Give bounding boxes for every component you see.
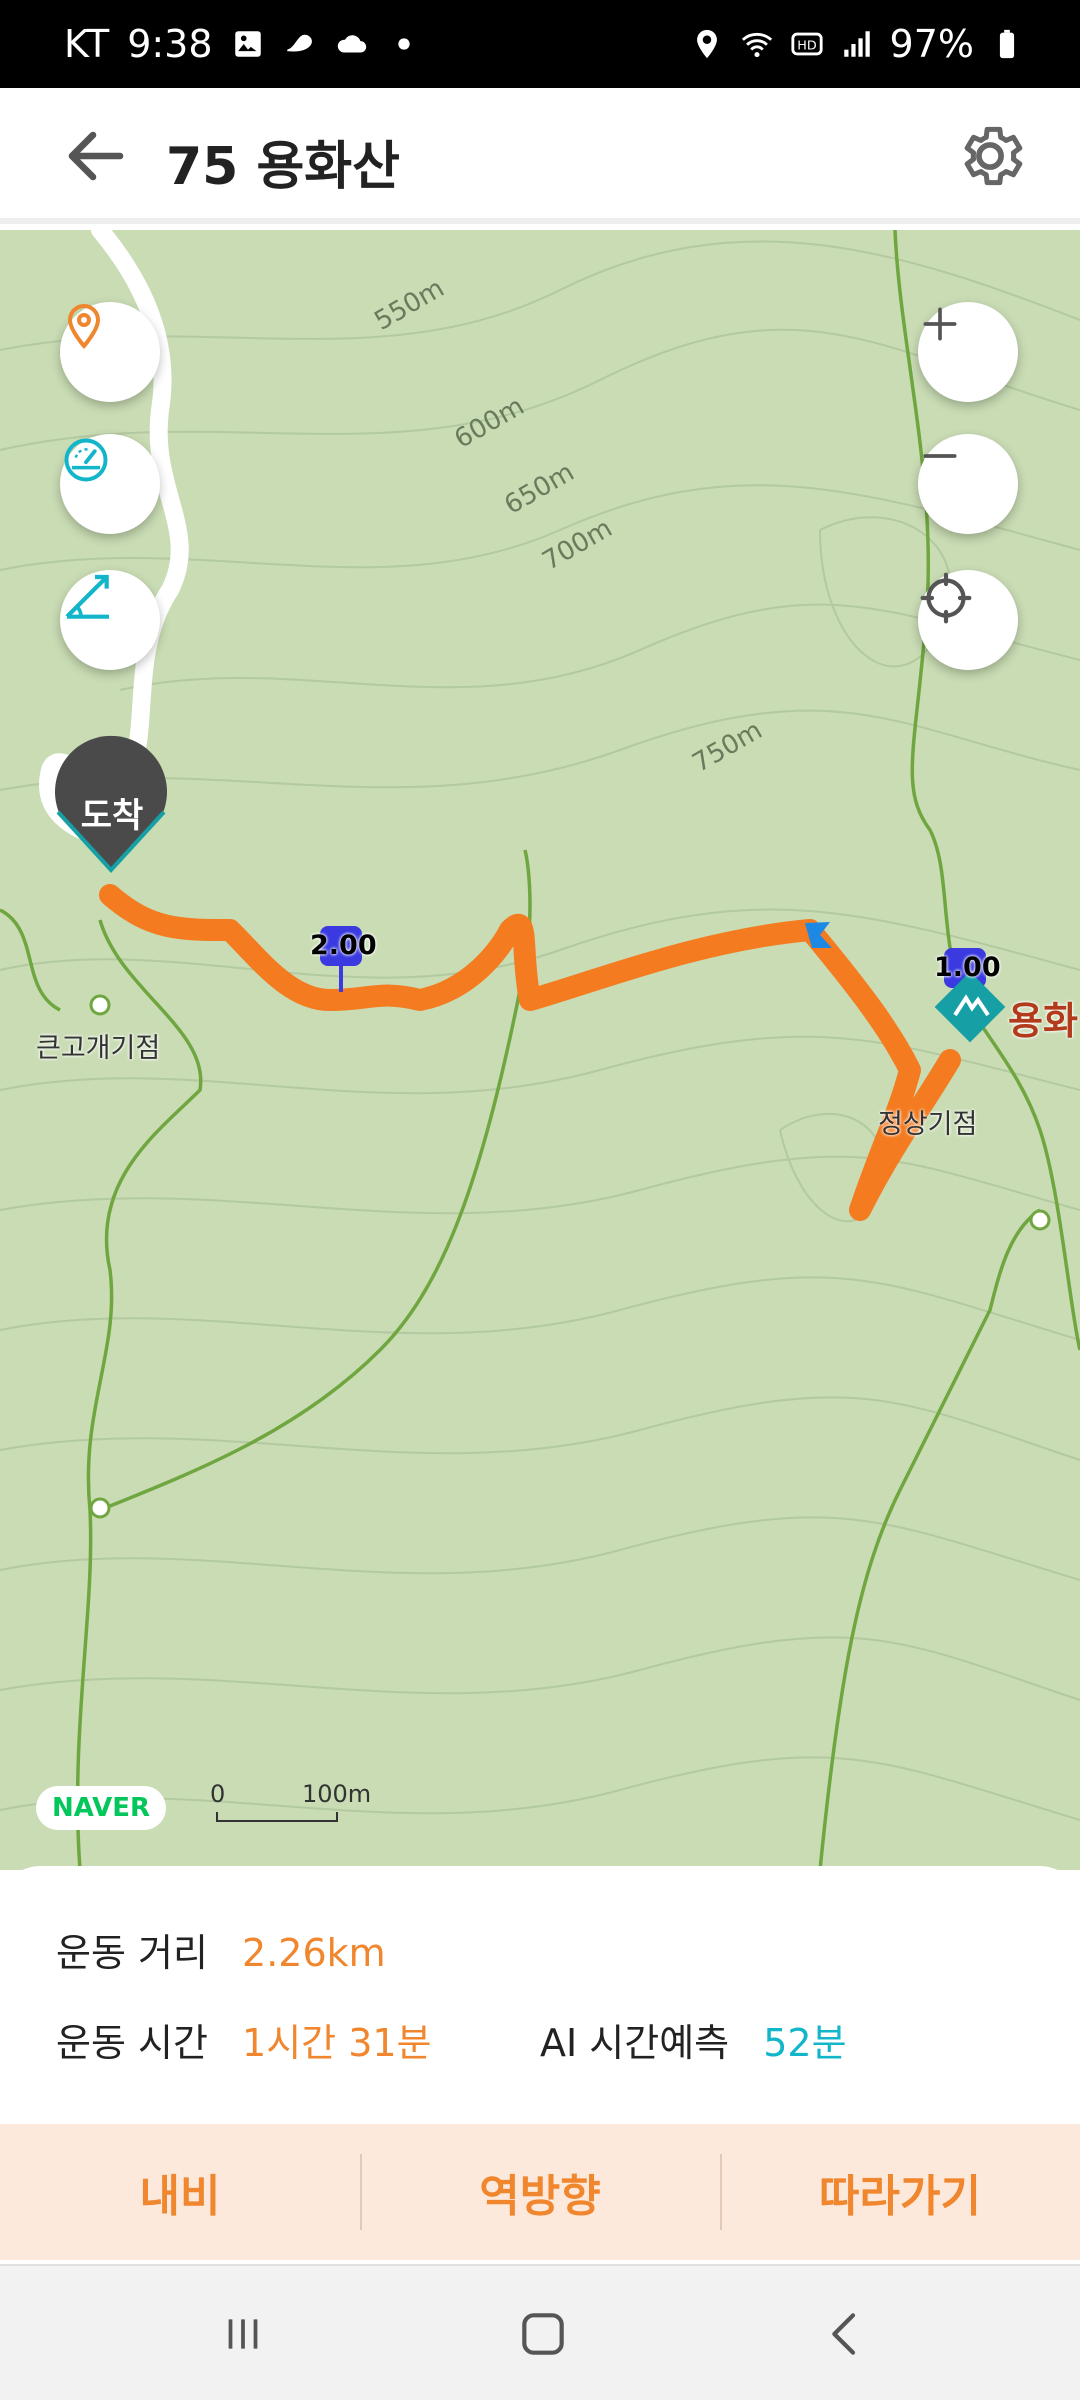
ai-time-row: AI 시간예측 52분 xyxy=(540,2012,847,2067)
time-label: 운동 시간 xyxy=(56,2021,208,2065)
place-label: 정상기점 xyxy=(878,1109,978,1140)
battery-label: 97% xyxy=(889,22,974,66)
minus-icon xyxy=(923,454,957,458)
slope-icon xyxy=(65,574,109,619)
scale-zero: 0 xyxy=(210,1780,226,1808)
action-bar: 내비 역방향 따라가기 xyxy=(0,2124,1080,2260)
waypoint-label: 1.00 xyxy=(934,952,1001,983)
carrier-label: KT xyxy=(64,22,110,66)
location-pin-button[interactable] xyxy=(60,302,160,402)
junction-dot xyxy=(89,994,111,1016)
speed-button[interactable] xyxy=(60,434,160,534)
gear-icon[interactable] xyxy=(952,118,1028,194)
follow-button[interactable]: 따라가기 xyxy=(720,2124,1080,2260)
time-row: 운동 시간 1시간 31분 xyxy=(56,2012,432,2067)
page-title: 75 용화산 xyxy=(166,137,400,197)
signal-icon xyxy=(843,31,870,57)
crosshair-icon xyxy=(920,572,972,624)
home-icon[interactable] xyxy=(515,2306,571,2362)
recent-apps-icon[interactable] xyxy=(218,2306,268,2362)
reverse-button[interactable]: 역방향 xyxy=(360,2124,720,2260)
cloud-icon xyxy=(337,35,366,53)
back-icon[interactable] xyxy=(818,2306,874,2362)
junction-dot xyxy=(89,1497,111,1519)
app-bar: 75 용화산 xyxy=(0,88,1080,224)
back-arrow-icon[interactable] xyxy=(60,120,132,192)
ai-time-label: AI 시간예측 xyxy=(540,2021,730,2065)
my-location-button[interactable] xyxy=(918,570,1018,670)
gallery-icon xyxy=(234,31,261,57)
hd-icon: HD xyxy=(790,32,823,56)
navi-label: 내비 xyxy=(139,2171,221,2222)
scale-distance: 100m xyxy=(302,1780,372,1808)
zoom-out-button[interactable] xyxy=(918,434,1018,534)
wifi-icon xyxy=(741,32,772,58)
time-label: 9:38 xyxy=(127,22,213,66)
location-icon xyxy=(696,29,717,59)
elevation-button[interactable] xyxy=(60,570,160,670)
stats-panel: 운동 거리 2.26km 운동 시간 1시간 31분 AI 시간예측 52분 xyxy=(0,1866,1080,2124)
distance-row: 운동 거리 2.26km xyxy=(56,1922,386,1977)
scale-line xyxy=(216,1812,338,1822)
battery-icon xyxy=(999,29,1015,59)
waypoint-label: 2.00 xyxy=(310,930,377,961)
reverse-label: 역방향 xyxy=(479,2171,601,2222)
time-value: 1시간 31분 xyxy=(242,2021,432,2065)
location-pin-icon xyxy=(67,303,101,350)
plus-icon xyxy=(923,307,957,341)
navi-button[interactable]: 내비 xyxy=(0,2124,360,2260)
naver-logo: NAVER xyxy=(36,1786,166,1830)
arrival-label: 도착 xyxy=(80,796,144,836)
system-nav-bar xyxy=(0,2264,1080,2400)
distance-value: 2.26km xyxy=(242,1931,386,1975)
map-view[interactable]: 550m 600m 650m 700m 750m 도착 2.00 1.00 큰고… xyxy=(0,230,1080,1870)
dot-icon xyxy=(397,38,410,50)
svg-text:HD: HD xyxy=(797,39,817,54)
junction-dot xyxy=(1029,1209,1051,1231)
shoe-icon xyxy=(286,34,312,52)
ai-time-value: 52분 xyxy=(763,2021,847,2065)
status-bar: KT 9:38 HD 97% xyxy=(0,0,1080,88)
speedometer-icon xyxy=(64,438,108,482)
distance-label: 운동 거리 xyxy=(56,1931,208,1975)
follow-label: 따라가기 xyxy=(819,2171,981,2222)
place-label: 큰고개기점 xyxy=(36,1033,161,1064)
zoom-in-button[interactable] xyxy=(918,302,1018,402)
place-label: 용화 xyxy=(1008,999,1078,1043)
